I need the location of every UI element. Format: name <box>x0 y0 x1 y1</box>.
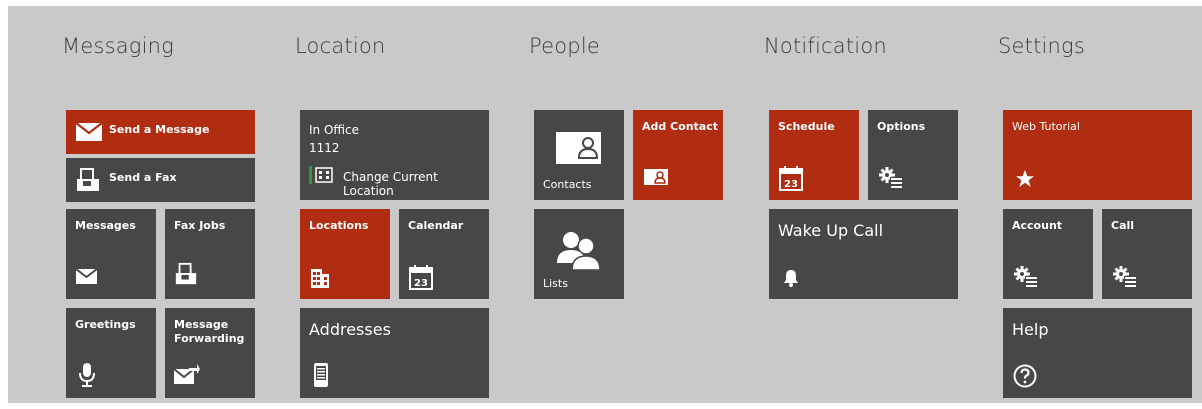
wake-up-call-tile[interactable]: Wake Up Call <box>769 209 958 299</box>
current-location-label: In Office <box>309 123 359 137</box>
fax-icon <box>175 262 197 285</box>
star-icon <box>1016 170 1034 187</box>
lists-tile[interactable]: Lists <box>534 209 624 299</box>
fax-jobs-tile[interactable]: Fax Jobs <box>165 209 255 299</box>
addresses-tile[interactable]: Addresses <box>300 308 489 398</box>
call-label: Call <box>1111 219 1135 232</box>
bell-icon <box>784 270 798 287</box>
contacts-tile[interactable]: Contacts <box>534 110 624 200</box>
locations-label: Locations <box>309 219 369 232</box>
building-icon <box>311 269 329 288</box>
messages-label: Messages <box>75 219 136 232</box>
building-icon <box>315 167 333 183</box>
contacts-label: Contacts <box>543 178 592 191</box>
messages-tile[interactable]: Messages <box>66 209 156 299</box>
svg-text:23: 23 <box>414 278 428 289</box>
calendar-label: Calendar <box>408 219 464 232</box>
account-label: Account <box>1012 219 1063 232</box>
envelope-icon <box>75 122 103 141</box>
send-message-button[interactable]: Send a Message <box>66 110 255 154</box>
addresses-label: Addresses <box>309 320 391 339</box>
dashboard-panel: Messaging Location People Notification S… <box>8 6 1202 403</box>
section-header-location: Location <box>295 34 386 58</box>
account-tile[interactable]: Account <box>1003 209 1093 299</box>
locations-tile[interactable]: Locations <box>300 209 390 299</box>
add-contact-label: Add Contact <box>642 120 719 133</box>
greetings-tile[interactable]: Greetings <box>66 308 156 398</box>
contact-card-icon <box>644 169 668 185</box>
fax-jobs-label: Fax Jobs <box>174 219 226 232</box>
section-header-notification: Notification <box>764 34 887 58</box>
gear-list-icon <box>1113 266 1137 288</box>
web-tutorial-label: Web Tutorial <box>1012 120 1080 133</box>
options-label: Options <box>877 120 926 133</box>
help-label: Help <box>1012 320 1049 339</box>
envelope-icon <box>75 268 98 284</box>
call-tile[interactable]: Call <box>1102 209 1192 299</box>
help-icon <box>1013 364 1037 388</box>
calendar-tile[interactable]: Calendar 23 <box>399 209 489 299</box>
people-icon <box>557 232 601 271</box>
message-forwarding-label: Message Forwarding <box>174 318 245 345</box>
section-header-messaging: Messaging <box>62 34 174 58</box>
contact-card-icon <box>556 132 601 164</box>
send-message-label: Send a Message <box>109 123 210 136</box>
help-tile[interactable]: Help <box>1003 308 1192 398</box>
calendar-icon: 23 <box>779 166 803 191</box>
microphone-icon <box>79 363 95 387</box>
send-fax-label: Send a Fax <box>109 171 177 184</box>
current-location-tile[interactable]: In Office 1112 Change Current Location <box>300 110 489 200</box>
section-header-people: People <box>529 34 600 58</box>
section-header-settings: Settings <box>998 34 1086 58</box>
extension-number: 1112 <box>309 141 340 155</box>
phone-icon <box>314 363 328 387</box>
gear-list-icon <box>1014 266 1038 288</box>
schedule-tile[interactable]: Schedule 23 <box>769 110 859 200</box>
fax-icon <box>77 168 99 191</box>
forward-mail-icon <box>173 364 200 384</box>
message-forwarding-tile[interactable]: Message Forwarding <box>165 308 255 398</box>
calendar-day: 23 <box>784 179 798 190</box>
schedule-label: Schedule <box>778 120 835 133</box>
lists-label: Lists <box>543 277 568 290</box>
greetings-label: Greetings <box>75 318 136 331</box>
gear-list-icon <box>879 167 903 189</box>
change-location-link[interactable]: Change Current Location <box>343 170 489 198</box>
web-tutorial-tile[interactable]: Web Tutorial <box>1003 110 1192 200</box>
options-tile[interactable]: Options <box>868 110 958 200</box>
add-contact-tile[interactable]: Add Contact <box>633 110 723 200</box>
calendar-icon: 23 <box>409 265 433 290</box>
status-indicator <box>309 166 312 184</box>
wake-up-call-label: Wake Up Call <box>778 221 884 240</box>
send-fax-button[interactable]: Send a Fax <box>66 158 255 202</box>
